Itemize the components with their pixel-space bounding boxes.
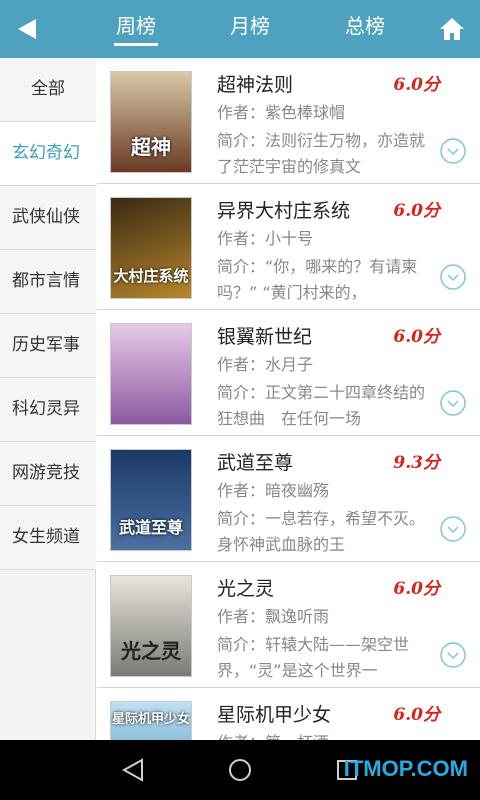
cover-title: 星际机甲少女 xyxy=(111,712,190,727)
cover-title: 大村庄系统 xyxy=(113,267,189,285)
book-title: 武道至尊 xyxy=(217,452,294,474)
back-arrow-icon[interactable] xyxy=(14,16,40,42)
list-item[interactable]: 武道至尊 武道至尊 9.3分 作者：暗夜幽殇 简介：一息若存，希望不灭。 身怀神… xyxy=(97,436,480,562)
book-score: 6.0分 xyxy=(393,327,440,347)
cover-title: 光之灵 xyxy=(121,639,181,663)
book-cover: 大村庄系统 xyxy=(110,197,192,299)
sidebar-item-scifi[interactable]: 科幻灵异 xyxy=(0,378,96,442)
book-cover: 星际机甲少女 xyxy=(110,701,192,740)
book-score: 6.0分 xyxy=(393,201,440,221)
expand-chevron-icon[interactable] xyxy=(440,642,466,668)
system-nav-bar: ITMOP.COM xyxy=(0,740,480,800)
expand-chevron-icon[interactable] xyxy=(440,516,466,542)
nav-back-icon[interactable] xyxy=(118,755,148,785)
cover-title: 武道至尊 xyxy=(118,518,183,537)
nav-home-icon[interactable] xyxy=(225,755,255,785)
sidebar-item-games[interactable]: 网游竞技 xyxy=(0,442,96,506)
book-list: 超神 超神法则 6.0分 作者：紫色棒球帽 简介：法则衍生万物，亦造就了茫茫宇宙… xyxy=(97,58,480,740)
list-item[interactable]: 星际机甲少女 星际机甲少女 6.0分 作者：第一杯酒 xyxy=(97,688,480,740)
sidebar-item-wuxia[interactable]: 武侠仙侠 xyxy=(0,186,96,250)
book-author: 作者：第一杯酒 xyxy=(217,729,329,740)
tab-total[interactable]: 总榜 xyxy=(325,0,405,58)
book-intro: 简介：轩辕大陆——架空世界，“灵”是这个世界一 xyxy=(217,635,410,680)
top-bar: 周榜 月榜 总榜 xyxy=(0,0,480,58)
book-title: 星际机甲少女 xyxy=(217,704,332,726)
expand-chevron-icon[interactable] xyxy=(440,138,466,164)
category-sidebar: 全部 玄幻奇幻 武侠仙侠 都市言情 历史军事 科幻灵异 网游竞技 女生频道 xyxy=(0,58,97,740)
expand-chevron-icon[interactable] xyxy=(440,264,466,290)
book-cover: 武道至尊 xyxy=(110,449,192,551)
sidebar-item-female[interactable]: 女生频道 xyxy=(0,506,96,570)
sidebar-item-fantasy[interactable]: 玄幻奇幻 xyxy=(0,122,97,186)
book-cover: 超神 xyxy=(110,71,192,173)
book-title: 超神法则 xyxy=(217,74,294,96)
cover-title: 超神 xyxy=(131,135,171,159)
book-score: 6.0分 xyxy=(393,579,440,599)
list-item[interactable]: 超神 超神法则 6.0分 作者：紫色棒球帽 简介：法则衍生万物，亦造就了茫茫宇宙… xyxy=(97,58,480,184)
book-score: 9.3分 xyxy=(393,453,440,473)
book-author: 作者：紫色棒球帽 xyxy=(217,103,346,122)
book-author: 作者：暗夜幽殇 xyxy=(217,481,330,500)
book-title: 异界大村庄系统 xyxy=(217,200,351,222)
list-item[interactable]: 银翼新世纪 6.0分 作者：水月子 简介：正文第二十四章终结的狂想曲 在任何一场 xyxy=(97,310,480,436)
active-tab-indicator xyxy=(114,43,158,46)
book-intro: 简介：正文第二十四章终结的狂想曲 在任何一场 xyxy=(217,383,426,428)
book-intro: 简介：一息若存，希望不灭。 身怀神武血脉的王 xyxy=(217,509,429,554)
book-score: 6.0分 xyxy=(393,75,440,95)
watermark: ITMOP.COM xyxy=(343,756,468,781)
tab-weekly[interactable]: 周榜 xyxy=(96,0,176,58)
home-icon[interactable] xyxy=(438,15,466,43)
book-title: 光之灵 xyxy=(217,578,275,600)
book-intro: 简介：法则衍生万物，亦造就了茫茫宇宙的修真文 xyxy=(217,131,426,176)
expand-chevron-icon[interactable] xyxy=(440,390,466,416)
sidebar-item-all[interactable]: 全部 xyxy=(0,58,96,122)
sidebar-item-urban[interactable]: 都市言情 xyxy=(0,250,96,314)
book-score: 6.0分 xyxy=(393,705,440,725)
book-author: 作者：飘逸听雨 xyxy=(217,607,330,626)
list-item[interactable]: 大村庄系统 异界大村庄系统 6.0分 作者：小十号 简介：“你，哪来的？有请柬吗… xyxy=(97,184,480,310)
list-item[interactable]: 光之灵 光之灵 6.0分 作者：飘逸听雨 简介：轩辕大陆——架空世界，“灵”是这… xyxy=(97,562,480,688)
book-cover: 光之灵 xyxy=(110,575,192,677)
book-title: 银翼新世纪 xyxy=(217,326,313,348)
sidebar-item-history[interactable]: 历史军事 xyxy=(0,314,96,378)
book-intro: 简介：“你，哪来的？有请柬吗？” “黄门村来的， xyxy=(217,257,418,302)
book-author: 作者：小十号 xyxy=(217,229,314,248)
book-cover xyxy=(110,323,192,425)
tab-monthly[interactable]: 月榜 xyxy=(210,0,290,58)
book-author: 作者：水月子 xyxy=(217,355,314,374)
